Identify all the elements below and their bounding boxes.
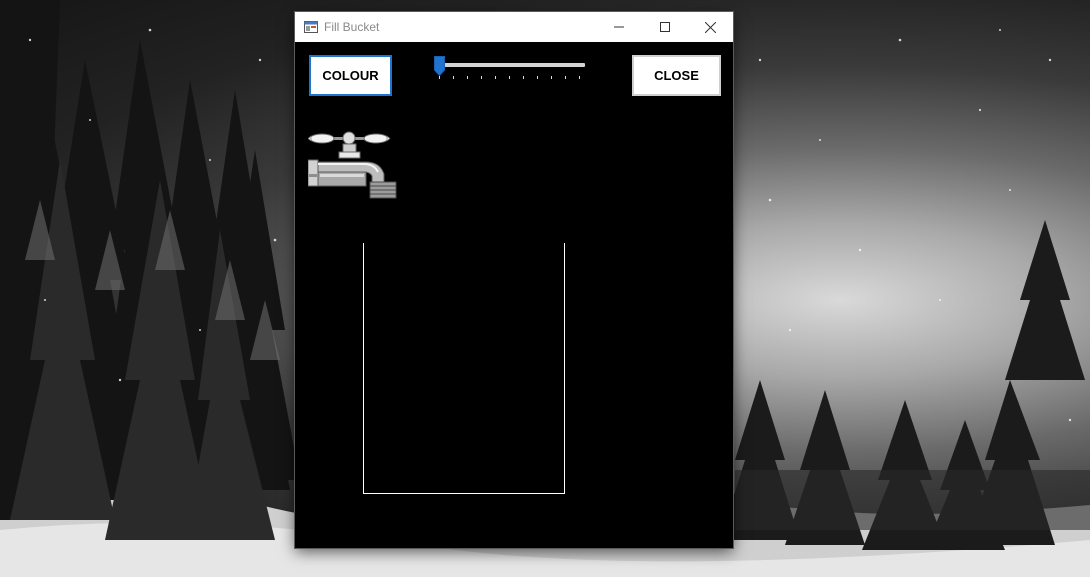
minimize-icon bbox=[614, 26, 624, 28]
colour-button[interactable]: COLOUR bbox=[309, 55, 392, 96]
slider-tick bbox=[453, 76, 454, 79]
bucket bbox=[363, 243, 565, 494]
close-window-button[interactable] bbox=[687, 12, 733, 42]
window-title: Fill Bucket bbox=[324, 20, 380, 34]
close-button[interactable]: CLOSE bbox=[632, 55, 721, 96]
maximize-icon bbox=[660, 22, 670, 32]
minimize-button[interactable] bbox=[596, 12, 642, 42]
maximize-button[interactable] bbox=[642, 12, 688, 42]
slider-tick bbox=[579, 76, 580, 79]
slider-tick bbox=[551, 76, 552, 79]
window-client-area: COLOUR CLOSE bbox=[295, 42, 733, 548]
close-icon bbox=[704, 21, 716, 33]
slider-thumb[interactable] bbox=[434, 56, 445, 76]
app-window-icon bbox=[304, 21, 318, 33]
faucet-icon bbox=[308, 131, 397, 199]
title-bar[interactable]: Fill Bucket bbox=[295, 12, 733, 42]
fill-bucket-window: Fill Bucket COLOUR CLOSE bbox=[295, 12, 733, 548]
slider-tick bbox=[509, 76, 510, 79]
fill-level-slider[interactable] bbox=[433, 54, 588, 84]
slider-tick bbox=[523, 76, 524, 79]
slider-tick bbox=[467, 76, 468, 79]
slider-tick bbox=[565, 76, 566, 79]
slider-tick bbox=[439, 76, 440, 79]
slider-tick bbox=[481, 76, 482, 79]
slider-tick bbox=[495, 76, 496, 79]
slider-tick bbox=[537, 76, 538, 79]
slider-track[interactable] bbox=[437, 63, 585, 67]
